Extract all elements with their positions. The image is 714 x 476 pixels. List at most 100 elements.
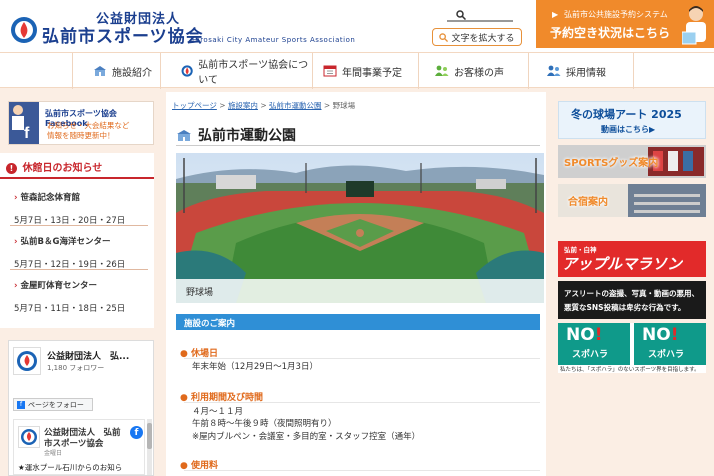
training-camp-banner[interactable]: 合宿案内 [558,184,706,217]
hours-text-2: 午前８時～午後９時（夜間照明有り） [192,419,337,429]
follower-count: 1,180 フォロワー [47,364,105,372]
no-sukara-panel-left: NO! スポハラ [558,323,630,365]
hours-text-1: ４月～１１月 [192,407,244,417]
no-text: NO [642,325,671,345]
apple-marathon-title: アップルマラソン [562,255,683,273]
page-name[interactable]: 公益財団法人 弘... [47,349,129,362]
org-name-english: Hirosaki City Amateur Sports Association [192,36,356,44]
winter-banner-link: 動画はこちら▶ [601,125,656,134]
association-logo-icon[interactable] [10,16,38,44]
facebook-icon: f [130,426,143,439]
enlarge-text-label: 文字を拡大する [451,33,515,44]
winter-stadium-art-banner[interactable]: 冬の球場アート 2025 動画はこちら▶ [558,101,706,139]
divider [184,470,540,471]
holiday-title-text: 休館日のお知らせ [22,163,103,174]
follow-page-button[interactable]: f ページをフォロー [13,398,93,411]
nav-annual-schedule[interactable]: 年間事業予定 [312,53,418,89]
facebook-post[interactable]: 公益財団法人 弘前 市スポーツ協会 金曜日 ★運水プール石川からのお知ら f [13,419,145,475]
divider [10,269,148,270]
holiday-dates: 5月7日・11日・18日・25日 [14,304,126,314]
divider [184,402,540,403]
exclamation-mark: ! [670,325,679,345]
apple-marathon-banner[interactable]: 弘前・白神 アップルマラソン [558,241,706,277]
holiday-facility-name: 笹森記念体育館 [20,193,80,203]
enlarge-text-button[interactable]: 文字を拡大する [432,28,522,46]
breadcrumb-separator: > [260,101,267,110]
facility-guide-header: 施設のご案内 [176,314,540,330]
nav-facilities[interactable]: 施設紹介 [72,53,160,89]
closed-days-text: 年末年始（12月29日～1月3日） [192,362,318,372]
facebook-page-widget: 公益財団法人 弘... 1,180 フォロワー f ページをフォロー 公益財団法… [8,340,154,476]
sukara-note: 私たちは、「スポハラ」のないスポーツ界を目指します。 [560,367,700,373]
breadcrumb-park[interactable]: 弘前市運動公園 [269,101,322,110]
page-avatar-icon[interactable] [13,347,41,375]
facebook-logo-image: f [9,102,39,144]
svg-text:f: f [24,125,30,142]
sukara-text: スポハラ [572,350,609,360]
anti-harassment-sns-banner[interactable]: アスリートの盗撮、写真・動画の悪用、 悪質なSNS投稿は卑劣な行為です。 [558,281,706,319]
sports-goods-banner[interactable]: SPORTSグッズ案内 [558,145,706,178]
breadcrumb-current: 野球場 [332,101,356,110]
chevron-right-icon: › [14,193,18,203]
holiday-facility-name: 弘前B＆G海洋センター [20,237,111,247]
sns-banner-line2: 悪質なSNS投稿は卑劣な行為です。 [564,303,686,312]
people-green-icon [435,65,449,76]
sports-goods-label: SPORTSグッズ案内 [564,158,659,169]
nav-about[interactable]: 弘前市スポーツ協会について [160,53,312,89]
facebook-banner-sub2: 情報を随時更新中！ [47,130,115,140]
sukara-text: スポハラ [648,350,685,360]
holiday-item[interactable]: › 笹森記念体育館 5月7日・13日・20日・27日 [14,191,125,226]
facebook-banner-sub1: お知らせ・大会結果など [47,121,130,130]
post-text: ★運水プール石川からのお知ら [18,463,123,472]
holiday-notice-title: ! 休館日のお知らせ [6,159,102,174]
holiday-item[interactable]: › 弘前B＆G海洋センター 5月7日・12日・19日・26日 [14,235,125,270]
scrollbar-thumb[interactable] [147,423,152,449]
staff-illustration-icon [682,6,706,45]
association-mark-icon [181,65,193,77]
post-date: 金曜日 [44,450,63,457]
nav-recruit[interactable]: 採用情報 [528,53,634,89]
winter-banner-title: 冬の球場アート 2025 [571,108,682,121]
nav-facilities-label: 施設紹介 [112,67,152,79]
no-sports-harassment-banner[interactable]: NO! スポハラ NO! スポハラ 私たちは、「スポハラ」のないスポーツ界を目指… [558,323,706,373]
no-text: NO [566,325,595,345]
photo-caption: 野球場 [176,279,544,303]
holiday-title-underline [0,177,154,179]
divider [184,358,540,359]
holiday-item[interactable]: › 金屋町体育センター 5月7日・11日・18日・25日 [14,279,125,314]
building-icon [94,66,106,76]
breadcrumb-separator: > [219,101,226,110]
no-sukara-panel-right: NO! スポハラ [634,323,706,365]
divider [10,225,148,226]
breadcrumb-facilities[interactable]: 施設案内 [228,101,258,110]
nav-customer-voice[interactable]: お客様の声 [418,53,528,89]
reservation-system-button[interactable]: ▶ 弘前市公共施設予約システム 予約空き状況はこちら [536,0,714,48]
site-header: 公益財団法人 弘前市スポーツ協会 Hirosaki City Amateur S… [0,0,714,52]
widget-scrollbar[interactable] [147,419,152,475]
breadcrumb-separator: > [323,101,331,110]
reservation-line1: 弘前市公共施設予約システム [564,10,668,19]
breadcrumb-top[interactable]: トップページ [172,101,217,110]
arrow-right-icon: ▶ [552,10,559,19]
title-underline [176,145,540,146]
hours-text-3: ※屋内ブルペン・会議室・多目的室・スタッフ控室（通年） [192,432,421,442]
search-icon [456,10,466,20]
search-input[interactable] [447,8,513,22]
facebook-banner[interactable]: f 弘前市スポーツ協会 Facebook お知らせ・大会結果など 情報を随時更新… [8,101,154,145]
follow-page-label: ページをフォロー [28,400,84,409]
people-blue-icon [547,65,561,76]
global-nav: 施設紹介 弘前市スポーツ協会について 年間事業予定 お客様の声 採用情報 [0,52,714,89]
page-title-text: 弘前市運動公園 [198,128,296,144]
breadcrumb: トップページ > 施設案内 > 弘前市運動公園 > 野球場 [172,100,355,111]
page-title: 弘前市運動公園 [176,125,296,145]
facebook-f-icon: f [17,400,25,409]
org-name[interactable]: 弘前市スポーツ協会 [42,22,204,47]
sns-banner-line1: アスリートの盗撮、写真・動画の悪用、 [564,289,699,298]
training-camp-label: 合宿案内 [568,197,608,208]
reservation-line2: 予約空き状況はこちら [550,26,671,40]
holiday-facility-name: 金屋町体育センター [20,281,97,291]
main-content: トップページ > 施設案内 > 弘前市運動公園 > 野球場 弘前市運動公園 野球… [166,92,546,476]
exclamation-mark: ! [594,325,603,345]
chevron-right-icon: › [14,237,18,247]
facebook-banner-subtitle: お知らせ・大会結果など 情報を随時更新中！ [47,121,129,141]
